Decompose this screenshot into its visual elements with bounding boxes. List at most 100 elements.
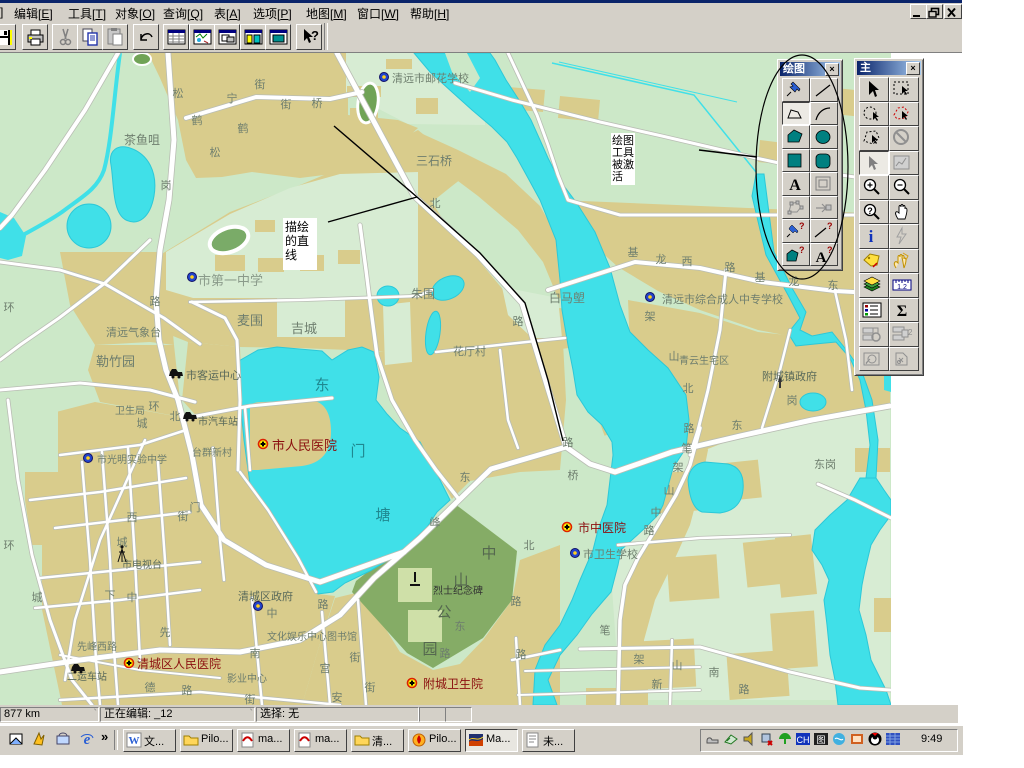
svg-text:架: 架 — [673, 461, 684, 474]
svg-text:南: 南 — [250, 647, 261, 660]
svg-text:中: 中 — [481, 545, 496, 562]
svg-text:山: 山 — [669, 350, 680, 363]
svg-text:市光明实验中学: 市光明实验中学 — [97, 453, 167, 466]
svg-text:城: 城 — [32, 591, 43, 604]
svg-text:峰: 峰 — [430, 516, 441, 529]
svg-text:?: ? — [827, 245, 833, 255]
svg-text:笔: 笔 — [600, 623, 611, 637]
svg-text:W: W — [129, 735, 140, 747]
svg-text:青云生宅区: 青云生宅区 — [679, 354, 729, 367]
svg-text:城: 城 — [137, 417, 148, 430]
svg-text:?: ? — [867, 206, 873, 216]
svg-text:路: 路 — [318, 598, 329, 611]
svg-text:街: 街 — [365, 680, 376, 694]
svg-text:二运车站: 二运车站 — [67, 670, 107, 683]
svg-text:路: 路 — [513, 315, 524, 328]
svg-text:图: 图 — [816, 735, 825, 745]
svg-text:A: A — [789, 177, 801, 194]
svg-text:架: 架 — [634, 653, 645, 666]
svg-text:路: 路 — [563, 436, 574, 449]
svg-text:影业中心: 影业中心 — [227, 672, 267, 685]
svg-text:路: 路 — [725, 261, 736, 274]
svg-text:烈士纪念碑: 烈士纪念碑 — [433, 584, 483, 597]
svg-text:市人民医院: 市人民医院 — [272, 438, 337, 453]
svg-text:路: 路 — [684, 422, 695, 435]
svg-text:清城区人民医院: 清城区人民医院 — [137, 657, 221, 671]
svg-text:路: 路 — [739, 683, 750, 696]
svg-text:东: 东 — [732, 419, 743, 432]
svg-text:工具: 工具 — [612, 146, 634, 159]
svg-text:环: 环 — [4, 540, 15, 552]
svg-text:清远市综合成人中专学校: 清远市综合成人中专学校 — [662, 292, 783, 306]
svg-text:卫生局: 卫生局 — [115, 404, 145, 417]
svg-text:松: 松 — [210, 145, 221, 159]
svg-text:安: 安 — [332, 690, 343, 704]
svg-text:南: 南 — [709, 666, 720, 679]
svg-text:附城卫生院: 附城卫生院 — [423, 677, 483, 691]
svg-text:塘: 塘 — [375, 507, 390, 524]
svg-text:环: 环 — [4, 302, 15, 314]
svg-text:市客运中心: 市客运中心 — [186, 368, 241, 382]
svg-text:Σ: Σ — [897, 303, 907, 320]
svg-text:中: 中 — [127, 591, 138, 604]
svg-text:i: i — [869, 227, 874, 246]
svg-text:北: 北 — [170, 410, 181, 423]
svg-text:茶鱼咀: 茶鱼咀 — [124, 132, 160, 147]
svg-text:宁: 宁 — [227, 91, 238, 105]
svg-text:西: 西 — [127, 512, 138, 524]
svg-text:鹤: 鹤 — [192, 113, 203, 127]
svg-text:?: ? — [311, 28, 319, 43]
svg-text:北: 北 — [683, 382, 694, 395]
svg-text:1.2: 1.2 — [897, 284, 907, 291]
svg-text:三石桥: 三石桥 — [416, 154, 452, 168]
svg-text:?: ? — [799, 245, 805, 255]
svg-text:东: 东 — [314, 377, 329, 394]
svg-text:清远市邮花学校: 清远市邮花学校 — [392, 71, 469, 85]
svg-text:A: A — [816, 250, 827, 266]
svg-text:朱围: 朱围 — [411, 287, 435, 301]
svg-text:麦围: 麦围 — [237, 313, 263, 328]
svg-text:花厅村: 花厅村 — [453, 344, 486, 358]
svg-text:东岗: 东岗 — [814, 458, 836, 471]
svg-text:山: 山 — [672, 659, 683, 672]
svg-text:公: 公 — [436, 604, 451, 621]
svg-text:园: 园 — [422, 641, 437, 658]
svg-text:先: 先 — [160, 626, 171, 639]
svg-text:路: 路 — [511, 595, 522, 608]
svg-text:山: 山 — [664, 484, 675, 497]
svg-text:2: 2 — [908, 328, 913, 337]
svg-text:德: 德 — [145, 680, 156, 694]
svg-text:勒竹园: 勒竹园 — [96, 354, 135, 369]
svg-text:东: 东 — [455, 620, 466, 633]
svg-text:东: 东 — [460, 471, 471, 484]
svg-text:桥: 桥 — [312, 97, 323, 110]
svg-text:被激: 被激 — [612, 157, 634, 171]
svg-text:桥: 桥 — [568, 469, 579, 482]
svg-text:附城镇政府: 附城镇政府 — [762, 369, 817, 383]
svg-text:北: 北 — [430, 197, 441, 210]
svg-text:门: 门 — [350, 443, 365, 460]
svg-text:街: 街 — [350, 650, 361, 664]
svg-text:环: 环 — [149, 401, 160, 413]
svg-text:路: 路 — [182, 684, 193, 697]
svg-text:路: 路 — [516, 648, 527, 661]
svg-text:市第一中学: 市第一中学 — [198, 273, 263, 288]
svg-text:松: 松 — [173, 86, 184, 100]
svg-text:市汽车站: 市汽车站 — [198, 415, 238, 428]
svg-text:北: 北 — [524, 539, 535, 552]
svg-text:岗: 岗 — [161, 179, 172, 192]
svg-text:鹤: 鹤 — [238, 121, 249, 135]
svg-text:岗: 岗 — [787, 394, 798, 407]
svg-text:东: 东 — [828, 279, 839, 292]
svg-text:基: 基 — [628, 246, 639, 259]
svg-text:龙: 龙 — [656, 253, 667, 266]
svg-text:先峰西路: 先峰西路 — [77, 640, 117, 653]
svg-text:宫: 宫 — [320, 661, 331, 675]
svg-text:下: 下 — [105, 590, 116, 602]
svg-text:绘图: 绘图 — [612, 133, 634, 147]
svg-text:龙: 龙 — [789, 275, 800, 288]
svg-text:街: 街 — [281, 97, 292, 111]
svg-text:台群新村: 台群新村 — [192, 446, 232, 459]
svg-text:笔: 笔 — [682, 441, 693, 455]
svg-text:中: 中 — [267, 607, 278, 620]
